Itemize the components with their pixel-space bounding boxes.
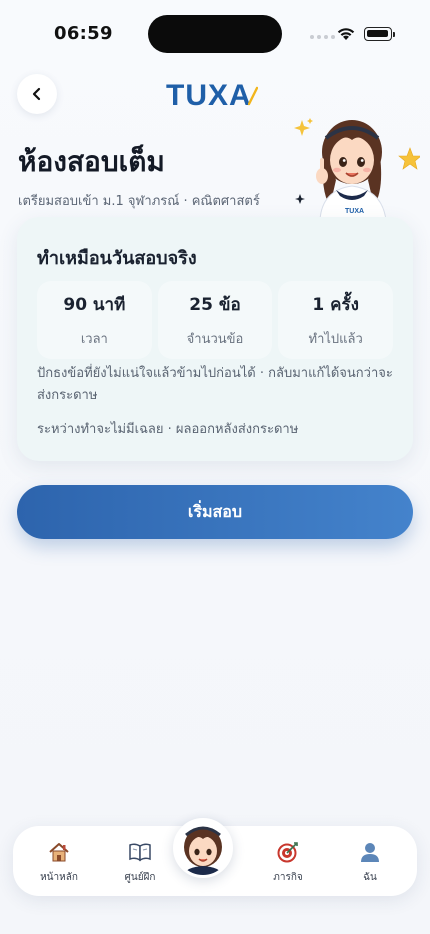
nav-item-me[interactable]: ฉัน	[335, 840, 405, 885]
start-exam-button[interactable]: เริ่มสอบ	[17, 485, 413, 539]
chevron-left-icon	[32, 87, 41, 101]
stat-label: จำนวนข้อ	[186, 332, 244, 347]
dynamic-island	[148, 15, 282, 53]
card-note-flagging: ปักธงข้อที่ยังไม่แน่ใจแล้วข้ามไปก่อนได้ …	[37, 366, 393, 403]
stat-label: ทำไปแล้ว	[308, 332, 363, 347]
stat-value: 25 ข้อ	[189, 295, 241, 315]
stat-label: เวลา	[80, 332, 108, 347]
logo-swoosh-icon	[247, 86, 258, 106]
nav-label: ฉัน	[363, 872, 377, 883]
sparkle-icon	[294, 120, 310, 136]
stat-attempts: 1 ครั้ง ทำไปแล้ว	[278, 281, 394, 359]
star-icon	[398, 147, 420, 170]
signal-icon	[310, 35, 335, 39]
target-icon	[276, 840, 300, 864]
battery-icon	[364, 27, 395, 41]
card-note-answers: ระหว่างทำจะไม่มีเฉลย · ผลออกหลังส่งกระดา…	[37, 422, 299, 437]
page-title: ห้องสอบเต็ม	[18, 145, 165, 178]
exam-stats: 90 นาที เวลา 25 ข้อ จำนวนข้อ 1 ครั้ง ทำไ…	[37, 281, 394, 359]
nav-item-practice[interactable]: ศูนย์ฝึก	[105, 840, 175, 885]
book-icon	[128, 840, 152, 864]
tuxa-logo: TUXA	[166, 79, 258, 112]
nav-mascot-button[interactable]	[173, 818, 233, 878]
stat-value: 90 นาที	[63, 295, 126, 315]
exam-info-card: ทำเหมือนวันสอบจริง 90 นาที เวลา 25 ข้อ จ…	[17, 217, 413, 461]
mascot-shirt-text: TUXA	[345, 208, 364, 215]
wifi-icon	[337, 28, 355, 40]
stat-value: 1 ครั้ง	[312, 295, 359, 315]
mascot-avatar-icon	[176, 821, 230, 875]
stat-duration: 90 นาที เวลา	[37, 281, 152, 359]
card-title: ทำเหมือนวันสอบจริง	[37, 248, 197, 269]
page-subtitle: เตรียมสอบเข้า ม.1 จุฬาภรณ์ · คณิตศาสตร์	[18, 194, 260, 209]
home-icon	[47, 840, 71, 864]
status-time: 06:59	[54, 23, 113, 44]
status-bar: 06:59	[0, 0, 430, 64]
back-button[interactable]	[17, 74, 57, 114]
nav-label: หน้าหลัก	[40, 872, 78, 883]
nav-label: ศูนย์ฝึก	[124, 872, 156, 883]
mascot-illustration: TUXA	[294, 118, 420, 220]
nav-item-missions[interactable]: ภารกิจ	[253, 840, 323, 885]
nav-item-home[interactable]: หน้าหลัก	[24, 840, 94, 885]
nav-label: ภารกิจ	[273, 872, 303, 883]
profile-icon	[358, 840, 382, 864]
stat-question-count: 25 ข้อ จำนวนข้อ	[157, 281, 273, 359]
